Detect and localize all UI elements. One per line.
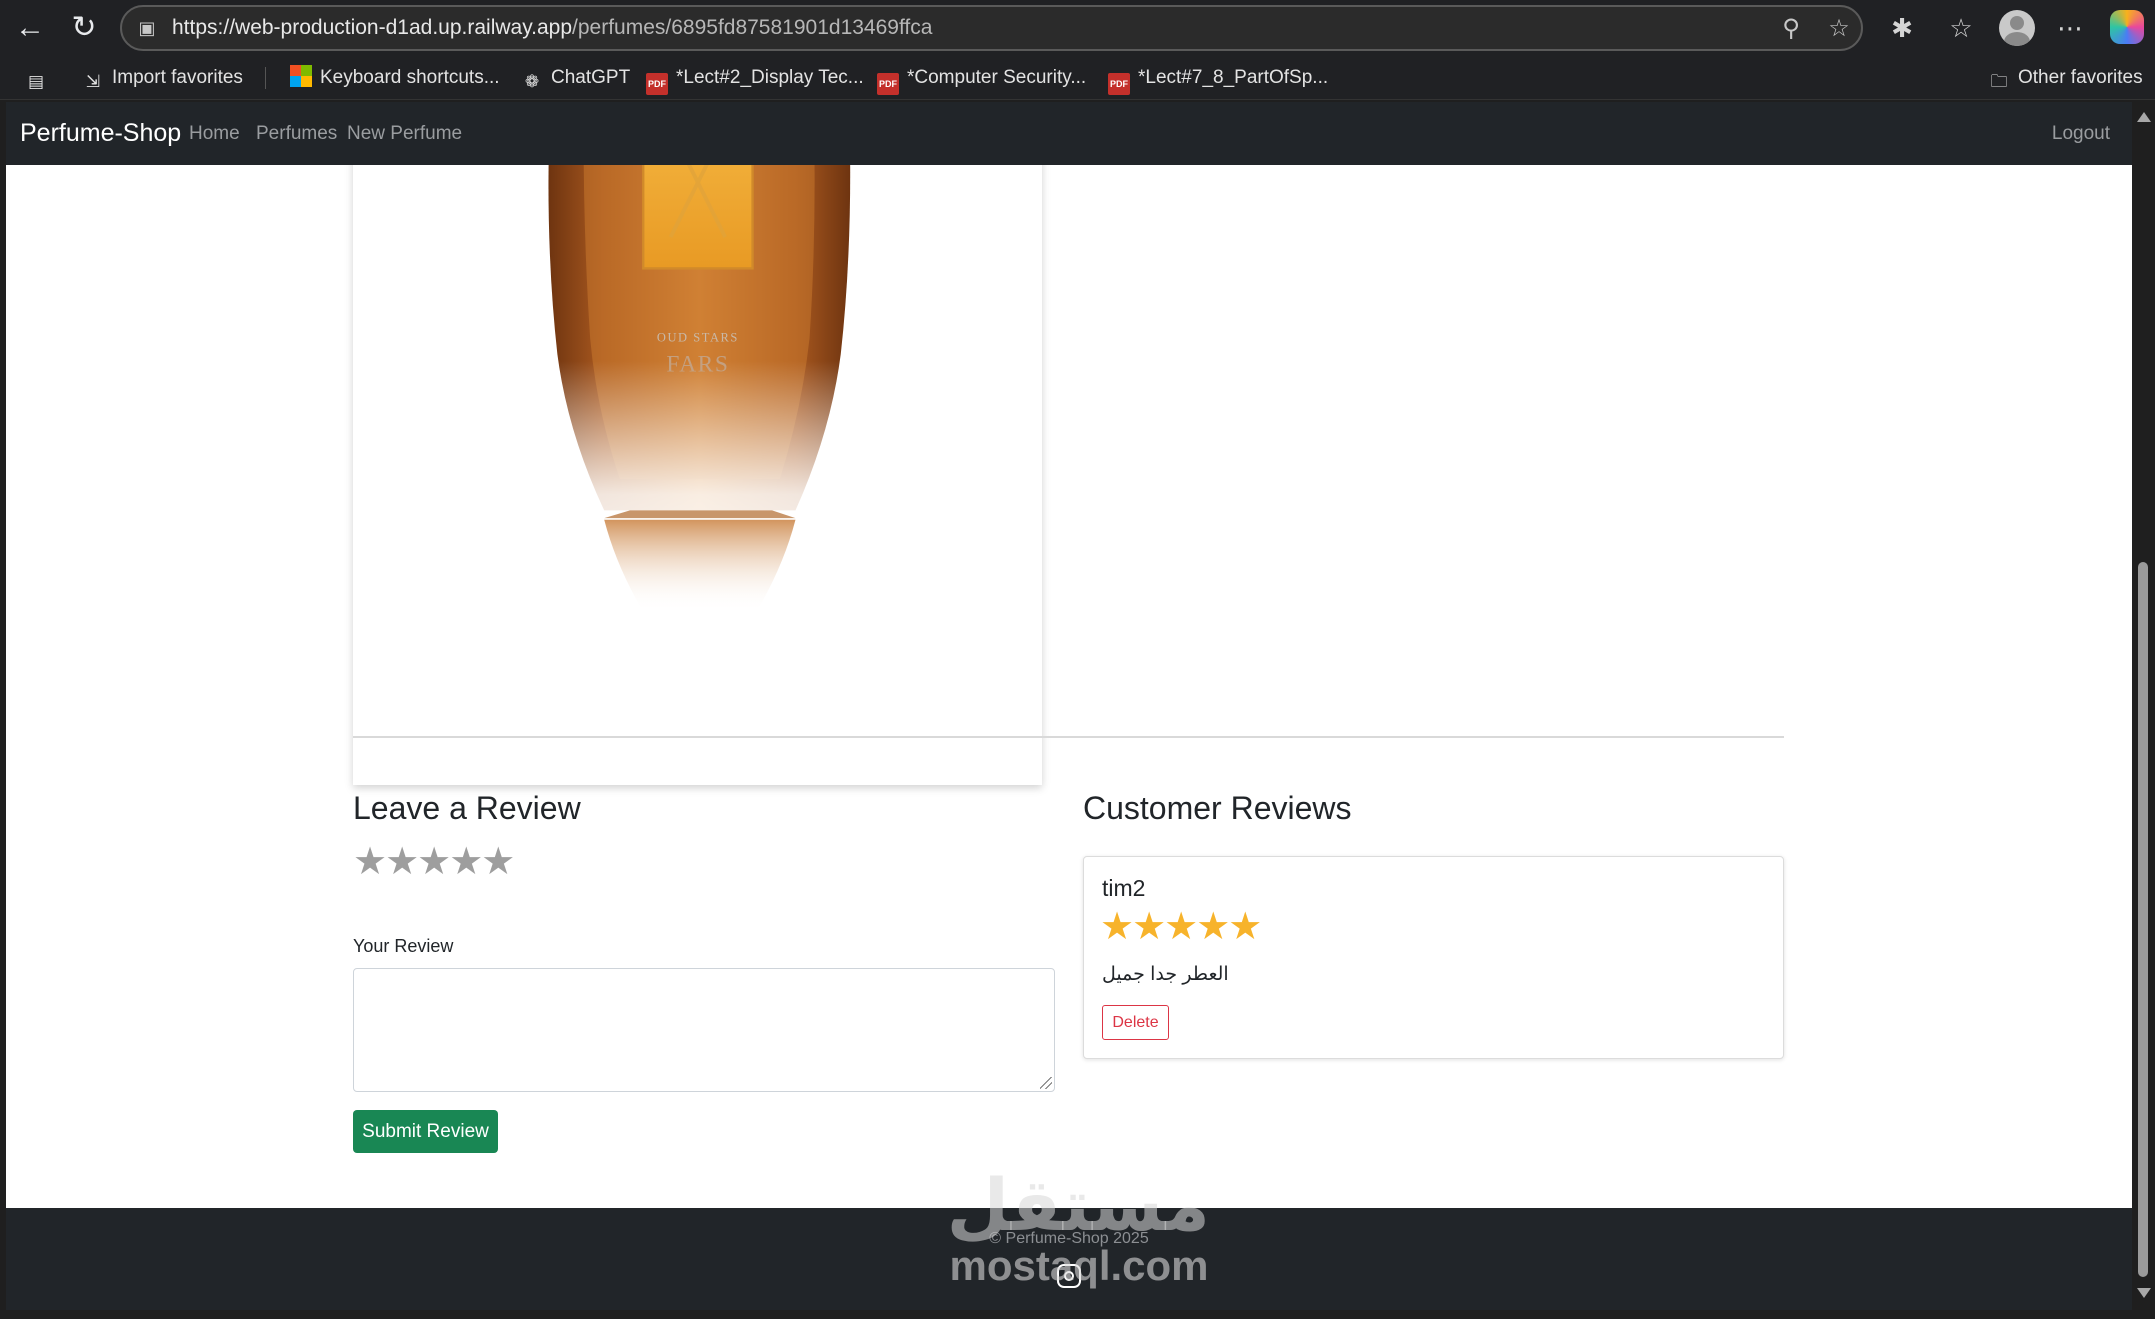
rating-star-input[interactable]: ★★★★★ [353,842,515,882]
review-rating-stars: ★★★★★ [1100,906,1262,948]
reviewer-name: tim2 [1102,875,1146,901]
bookmark-lect7[interactable]: PDF *Lect#7_8_PartOfSp... [1108,63,1328,95]
bookmark-computer-security[interactable]: PDF *Computer Security... [877,63,1086,95]
bookmark-import-favorites[interactable]: ⇲ Import favorites [82,63,243,93]
scroll-thumb[interactable] [2138,562,2148,1277]
nav-home[interactable]: Home [189,102,240,165]
more-menu-icon[interactable]: ⋯ [2052,10,2088,46]
bookmarks-bar: ▤ ⇲ Import favorites Keyboard shortcuts..… [0,55,2155,100]
site-navbar: Perfume-Shop Home Perfumes New Perfume L… [6,102,2132,165]
bottle-label-top: OUD STARS [657,331,739,345]
nav-new-perfume[interactable]: New Perfume [347,102,462,165]
back-arrow-icon[interactable]: ← [10,8,50,48]
profile-avatar[interactable] [1999,10,2035,46]
footer-copyright: © Perfume-Shop 2025 [989,1230,1149,1247]
section-divider [353,736,1784,738]
pdf-icon: PDF [1108,73,1130,95]
logout-link[interactable]: Logout [2052,102,2110,165]
site-info-icon[interactable]: ▣ [136,17,158,39]
copilot-icon[interactable] [2110,10,2144,44]
bookmark-other-favorites[interactable]: 🗀 Other favorites [1988,63,2143,93]
leave-review-title: Leave a Review [353,790,581,826]
reload-icon[interactable]: ↻ [64,8,104,48]
brand-logo[interactable]: Perfume-Shop [20,102,181,165]
perfume-bottle-image: OUD STARS FARS [428,102,967,622]
nav-perfumes[interactable]: Perfumes [256,102,337,165]
customer-reviews-title: Customer Reviews [1083,790,1352,826]
review-card: tim2 ★★★★★ العطر جدا جميل Delete [1083,856,1784,1059]
import-icon: ⇲ [85,72,101,91]
pdf-icon: PDF [877,73,899,95]
bookmark-chatgpt[interactable]: ❁ ChatGPT [521,63,630,93]
folder-icon: 🗀 [1990,72,2008,91]
tab-actions-icon[interactable]: ▤ [25,63,55,93]
pdf-icon: PDF [646,73,668,95]
site-footer: © Perfume-Shop 2025 [6,1208,2132,1310]
page-scrollbar[interactable] [2132,102,2155,1310]
bookmark-lect2[interactable]: PDF *Lect#2_Display Tec... [646,63,864,95]
instagram-icon[interactable] [1057,1264,1081,1288]
your-review-label: Your Review [353,936,454,956]
delete-review-button[interactable]: Delete [1102,1005,1169,1040]
product-image-card: OUD STARS FARS [353,102,1042,785]
chatgpt-icon: ❁ [524,72,540,91]
review-textarea[interactable] [353,968,1055,1092]
bottle-label-name: FARS [666,351,729,377]
extensions-icon[interactable]: ✱ [1884,10,1920,46]
page-viewport: OUD STARS FARS Perfume-Shop Home Perfume… [6,102,2132,1310]
address-bar[interactable]: ▣ https://web-production-d1ad.up.railway… [120,5,1863,51]
resize-handle-icon[interactable] [1040,1077,1052,1089]
url-text: https://web-production-d1ad.up.railway.a… [172,16,933,39]
browser-toolbar: ← ↻ ▣ https://web-production-d1ad.up.rai… [0,0,2155,55]
favorites-icon[interactable]: ☆ [1943,10,1979,46]
submit-review-button[interactable]: Submit Review [353,1110,498,1153]
zoom-icon[interactable]: ⚲ [1775,13,1807,45]
microsoft-icon [290,65,312,87]
bookmark-keyboard-shortcuts[interactable]: Keyboard shortcuts... [290,63,500,93]
favorite-star-icon[interactable]: ☆ [1823,13,1855,45]
scroll-up-arrow-icon[interactable] [2137,112,2151,122]
review-text: العطر جدا جميل [1102,964,1229,985]
scroll-down-arrow-icon[interactable] [2137,1288,2151,1298]
